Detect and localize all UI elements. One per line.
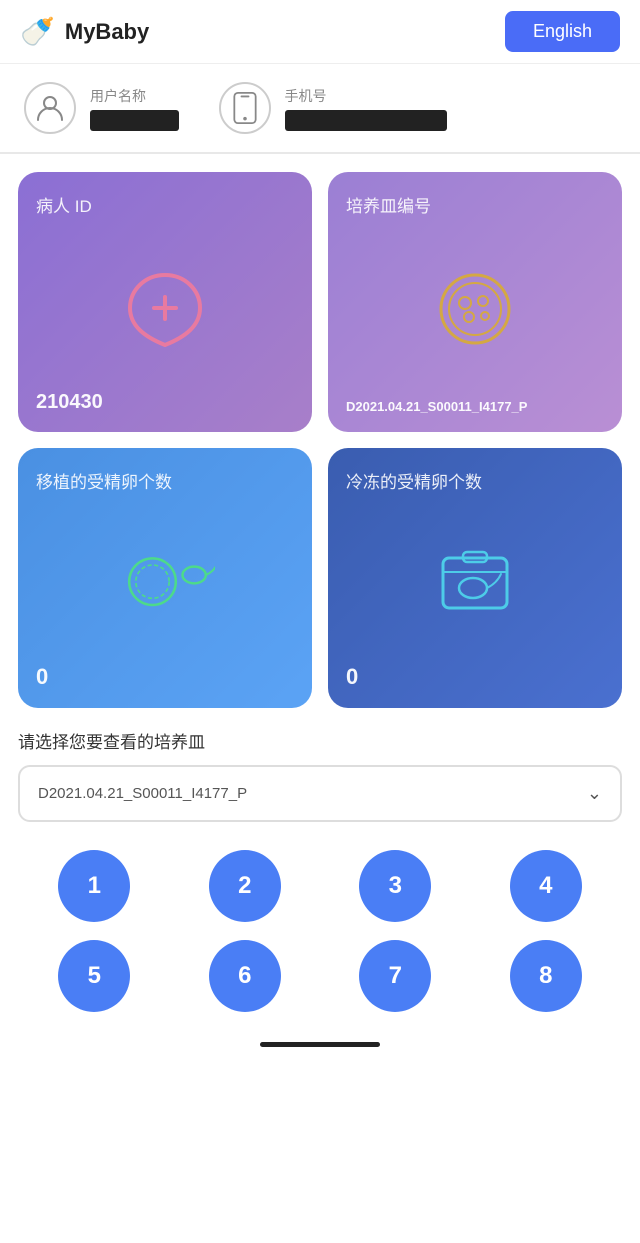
dropdown-selected-value: D2021.04.21_S00011_I4177_P bbox=[38, 785, 247, 802]
user-bar: 用户名称 ██████ 手机号 ███████████ bbox=[0, 64, 640, 152]
dropdown-wrap: D2021.04.21_S00011_I4177_P ⌄ bbox=[18, 765, 622, 822]
username-label: 用户名称 bbox=[90, 86, 179, 106]
patient-id-card[interactable]: 病人 ID 210430 bbox=[18, 172, 312, 432]
circle-button-3[interactable]: 3 bbox=[359, 850, 431, 922]
circle-button-2[interactable]: 2 bbox=[209, 850, 281, 922]
circle-button-7[interactable]: 7 bbox=[359, 940, 431, 1012]
user-avatar-icon bbox=[24, 82, 76, 134]
logo-icon: 🍼 bbox=[20, 15, 55, 48]
chevron-down-icon: ⌄ bbox=[587, 783, 602, 804]
dish-number-value: D2021.04.21_S00011_I4177_P bbox=[346, 399, 604, 414]
frozen-icon-area bbox=[346, 503, 604, 656]
circles-grid: 1 2 3 4 5 6 7 8 bbox=[0, 850, 640, 1032]
app-header: 🍼 MyBaby English bbox=[0, 0, 640, 64]
phone-value: ███████████ bbox=[285, 110, 447, 131]
username-value: ██████ bbox=[90, 110, 179, 131]
dish-number-title: 培养皿编号 bbox=[346, 192, 604, 217]
frozen-count-title: 冷冻的受精卵个数 bbox=[346, 468, 604, 493]
home-indicator bbox=[260, 1042, 380, 1047]
transplant-count-title: 移植的受精卵个数 bbox=[36, 468, 294, 493]
dish-number-card[interactable]: 培养皿编号 D2021.04.21_S00011_I4177_P bbox=[328, 172, 622, 432]
transplant-icon-area bbox=[36, 503, 294, 656]
circle-button-6[interactable]: 6 bbox=[209, 940, 281, 1012]
app-title: MyBaby bbox=[65, 19, 149, 45]
divider bbox=[0, 152, 640, 154]
circle-button-5[interactable]: 5 bbox=[58, 940, 130, 1012]
phone-info: 手机号 ███████████ bbox=[285, 86, 447, 131]
dish-number-icon-area bbox=[346, 227, 604, 391]
frozen-count-card[interactable]: 冷冻的受精卵个数 0 bbox=[328, 448, 622, 708]
frozen-count-value: 0 bbox=[346, 664, 604, 690]
transplant-count-card[interactable]: 移植的受精卵个数 0 bbox=[18, 448, 312, 708]
phone-label: 手机号 bbox=[285, 86, 447, 106]
username-info: 用户名称 ██████ bbox=[90, 86, 179, 131]
phone-icon bbox=[219, 82, 271, 134]
circle-button-8[interactable]: 8 bbox=[510, 940, 582, 1012]
transplant-count-value: 0 bbox=[36, 664, 294, 690]
dish-dropdown[interactable]: D2021.04.21_S00011_I4177_P ⌄ bbox=[18, 765, 622, 822]
patient-id-title: 病人 ID bbox=[36, 192, 294, 217]
cards-grid: 病人 ID 210430 培养皿编号 D2021.04.21_S00011_I4… bbox=[0, 172, 640, 708]
phone-item: 手机号 ███████████ bbox=[219, 82, 447, 134]
patient-id-value: 210430 bbox=[36, 391, 294, 414]
circle-button-4[interactable]: 4 bbox=[510, 850, 582, 922]
logo-area: 🍼 MyBaby bbox=[20, 15, 149, 48]
patient-id-icon-area bbox=[36, 227, 294, 383]
username-item: 用户名称 ██████ bbox=[24, 82, 179, 134]
circle-button-1[interactable]: 1 bbox=[58, 850, 130, 922]
language-button[interactable]: English bbox=[505, 11, 620, 52]
select-dish-label: 请选择您要查看的培养皿 bbox=[0, 728, 640, 765]
